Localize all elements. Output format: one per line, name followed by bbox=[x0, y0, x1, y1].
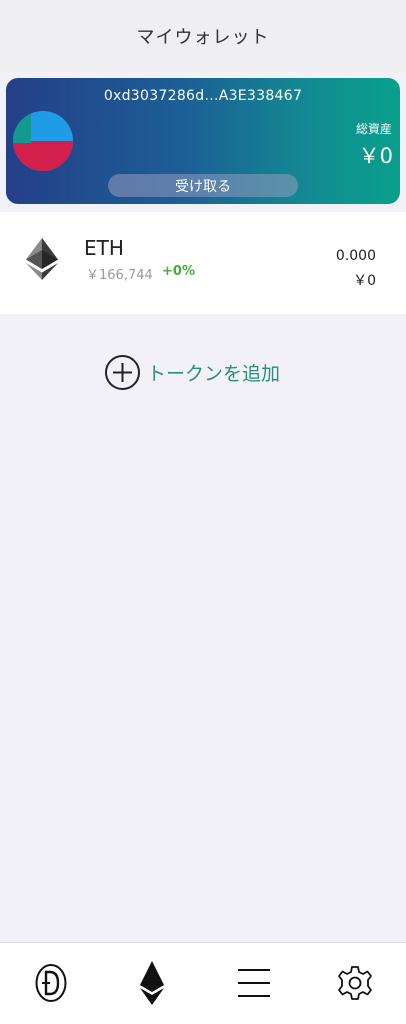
token-price: ￥166,744 bbox=[86, 268, 153, 283]
add-token-button[interactable]: トークンを追加 bbox=[104, 352, 280, 392]
dapp-icon bbox=[33, 963, 69, 1007]
gear-icon bbox=[337, 965, 373, 1005]
bottom-tab-bar bbox=[0, 942, 406, 1024]
token-value: ￥0 bbox=[353, 273, 376, 289]
app-header: マイウォレット bbox=[0, 0, 406, 72]
ethereum-icon bbox=[26, 238, 58, 280]
plus-circle-icon bbox=[104, 354, 141, 391]
token-row-eth[interactable]: ETH ￥166,744 +0% 0.000 ￥0 bbox=[0, 212, 406, 314]
tab-settings[interactable] bbox=[335, 961, 375, 1009]
total-assets-value: ￥0 bbox=[358, 144, 393, 168]
page-title: マイウォレット bbox=[136, 27, 270, 48]
tab-menu[interactable] bbox=[234, 961, 274, 1009]
ethereum-icon bbox=[140, 961, 164, 1009]
receive-button[interactable]: 受け取る bbox=[108, 174, 298, 197]
token-amount: 0.000 bbox=[335, 248, 376, 264]
menu-icon bbox=[237, 967, 271, 1003]
add-token-label: トークンを追加 bbox=[147, 362, 281, 385]
tab-wallet[interactable] bbox=[132, 961, 172, 1009]
tab-dapp[interactable] bbox=[31, 961, 71, 1009]
total-assets-label: 総資産 bbox=[355, 122, 392, 136]
token-symbol: ETH bbox=[84, 236, 124, 260]
token-change: +0% bbox=[162, 264, 195, 279]
wallet-address[interactable]: 0xd3037286d...A3E338467 bbox=[6, 88, 400, 104]
wallet-card[interactable]: 0xd3037286d...A3E338467 総資産 ￥0 受け取る bbox=[6, 78, 400, 204]
wallet-avatar-icon bbox=[13, 111, 73, 171]
